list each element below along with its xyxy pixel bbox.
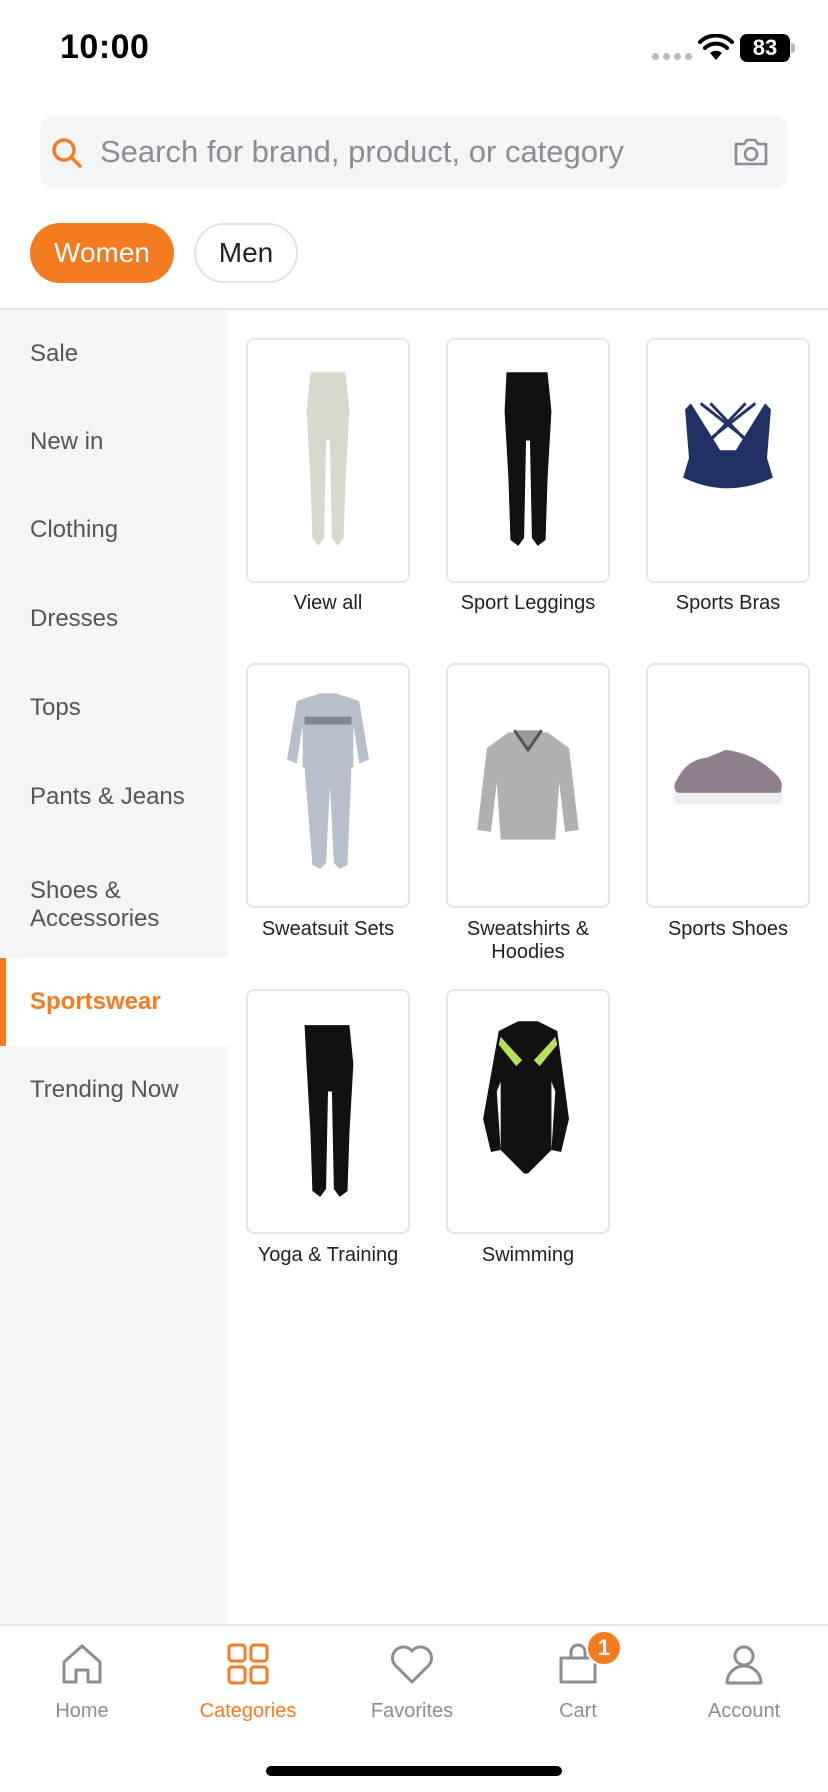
sidebar-item-pants-jeans[interactable]: Pants & Jeans — [0, 752, 228, 842]
sidebar-item-sale[interactable]: Sale — [0, 310, 228, 398]
grey-hoodie-image — [477, 729, 579, 840]
camera-icon[interactable] — [732, 134, 770, 170]
category-tile-view-all[interactable] — [246, 338, 410, 583]
bottom-nav-divider — [0, 1624, 828, 1626]
grey-sweatsuit-image — [287, 693, 369, 869]
home-icon — [62, 1644, 102, 1684]
sidebar-item-sportswear[interactable]: Sportswear — [0, 958, 228, 1046]
category-tile-yoga-training[interactable] — [246, 989, 410, 1234]
status-bar: 10:00 83 — [0, 0, 828, 100]
nav-favorites[interactable]: Favorites — [342, 1640, 482, 1740]
category-label: Sweatsuit Sets — [261, 918, 395, 940]
category-label: Sports Bras — [675, 592, 781, 614]
category-label: Sports Shoes — [667, 918, 789, 940]
sidebar-item-shoes-accessories[interactable]: Shoes & Accessories — [0, 842, 228, 968]
category-tile-swimming[interactable] — [446, 989, 610, 1234]
category-label: View all — [293, 592, 363, 614]
battery-icon: 83 — [740, 34, 790, 62]
battery-cap — [791, 43, 795, 53]
nav-categories[interactable]: Categories — [178, 1640, 318, 1740]
black-swimsuit-image — [483, 1021, 569, 1174]
category-sidebar: Sale New in Clothing Dresses Tops Pants … — [0, 310, 228, 1624]
search-icon — [52, 138, 82, 168]
nav-home[interactable]: Home — [12, 1640, 152, 1740]
navy-sports-bra-image — [683, 402, 773, 489]
heart-icon — [391, 1645, 433, 1684]
person-icon — [725, 1645, 763, 1685]
status-time: 10:00 — [60, 28, 150, 66]
wifi-icon — [698, 34, 734, 60]
tab-men[interactable]: Men — [194, 223, 298, 283]
black-leggings-image — [504, 372, 552, 546]
category-tile-sports-shoes[interactable] — [646, 663, 810, 908]
mauve-sneaker-image — [672, 749, 784, 805]
nav-label-cart: Cart — [559, 1700, 597, 1722]
home-indicator[interactable] — [266, 1766, 562, 1776]
cellular-signal-icon — [652, 53, 692, 60]
nav-account[interactable]: Account — [674, 1640, 814, 1740]
sidebar-item-trending-now[interactable]: Trending Now — [0, 1046, 228, 1134]
nav-cart[interactable]: Cart — [508, 1640, 648, 1740]
category-label: Sport Leggings — [460, 592, 596, 614]
nav-label-home: Home — [55, 1700, 109, 1722]
search-input[interactable] — [100, 130, 720, 174]
black-leggings-image — [304, 1025, 354, 1197]
category-tile-sweatshirts-hoodies[interactable] — [446, 663, 610, 908]
beige-leggings-image — [306, 372, 350, 546]
cart-count-badge: 1 — [586, 1630, 622, 1666]
sidebar-item-dresses[interactable]: Dresses — [0, 574, 228, 664]
category-tile-sweatsuit-sets[interactable] — [246, 663, 410, 908]
category-tile-sports-bras[interactable] — [646, 338, 810, 583]
nav-label-categories: Categories — [199, 1700, 297, 1722]
category-label: Sweatshirts & Hoodies — [466, 918, 590, 963]
category-label: Swimming — [481, 1244, 575, 1266]
sidebar-item-new-in[interactable]: New in — [0, 398, 228, 486]
tab-women[interactable]: Women — [30, 223, 174, 283]
category-tile-sport-leggings[interactable] — [446, 338, 610, 583]
sidebar-item-clothing[interactable]: Clothing — [0, 486, 228, 574]
sidebar-item-tops[interactable]: Tops — [0, 664, 228, 752]
nav-label-favorites: Favorites — [370, 1700, 454, 1722]
category-label: Yoga & Training — [257, 1244, 399, 1266]
grid-icon — [227, 1643, 269, 1685]
nav-label-account: Account — [707, 1700, 781, 1722]
